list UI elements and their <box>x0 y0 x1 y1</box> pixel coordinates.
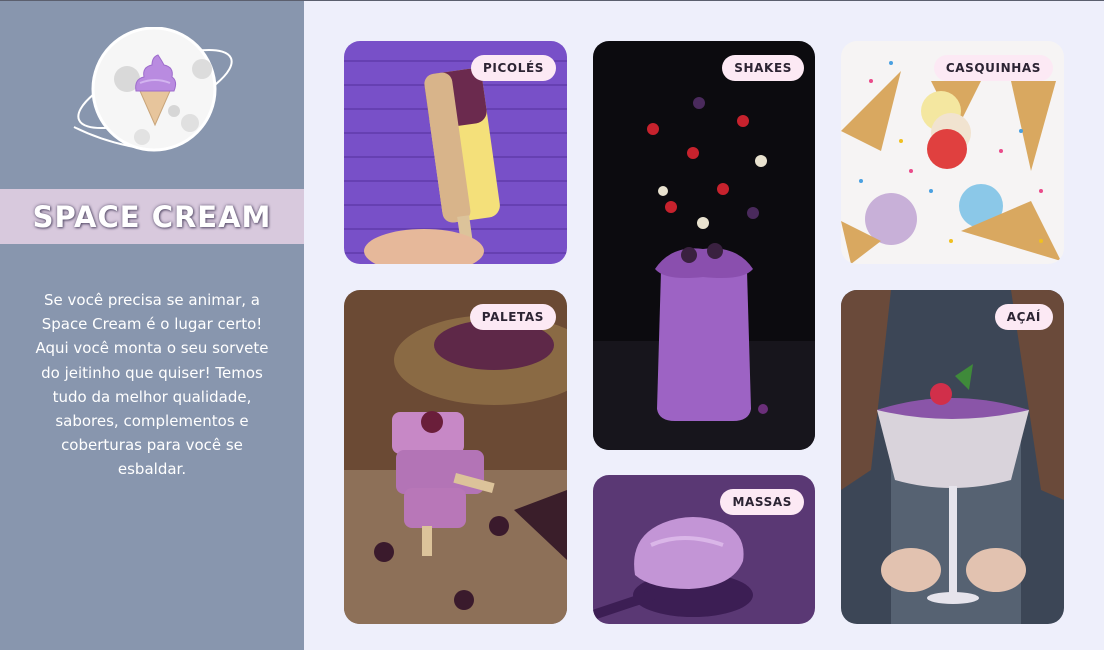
category-card-shakes[interactable]: SHAKES <box>593 41 815 450</box>
logo-planet-icecream-icon <box>73 27 233 152</box>
brand-title: SPACE CREAM <box>32 199 272 234</box>
category-card-paletas[interactable]: PALETAS <box>344 290 567 624</box>
sidebar: SPACE CREAM Se você precisa se animar, a… <box>0 1 304 650</box>
badge-massas: MASSAS <box>720 489 804 515</box>
paletas-photo <box>344 290 567 624</box>
acai-photo <box>841 290 1064 624</box>
badge-paletas: PALETAS <box>469 304 556 330</box>
category-card-casquinhas[interactable]: CASQUINHAS <box>841 41 1064 264</box>
brand-description: Se você precisa se animar, a Space Cream… <box>35 291 269 479</box>
brand-banner: SPACE CREAM <box>0 189 304 244</box>
badge-picoles: PICOLÉS <box>471 55 556 81</box>
category-card-acai[interactable]: AÇAÍ <box>841 290 1064 624</box>
category-card-massas[interactable]: MASSAS <box>593 475 815 624</box>
badge-acai: AÇAÍ <box>994 304 1053 330</box>
category-card-picoles[interactable]: PICOLÉS <box>344 41 567 264</box>
badge-casquinhas: CASQUINHAS <box>933 55 1053 81</box>
shakes-photo <box>593 41 815 450</box>
badge-shakes: SHAKES <box>722 55 804 81</box>
